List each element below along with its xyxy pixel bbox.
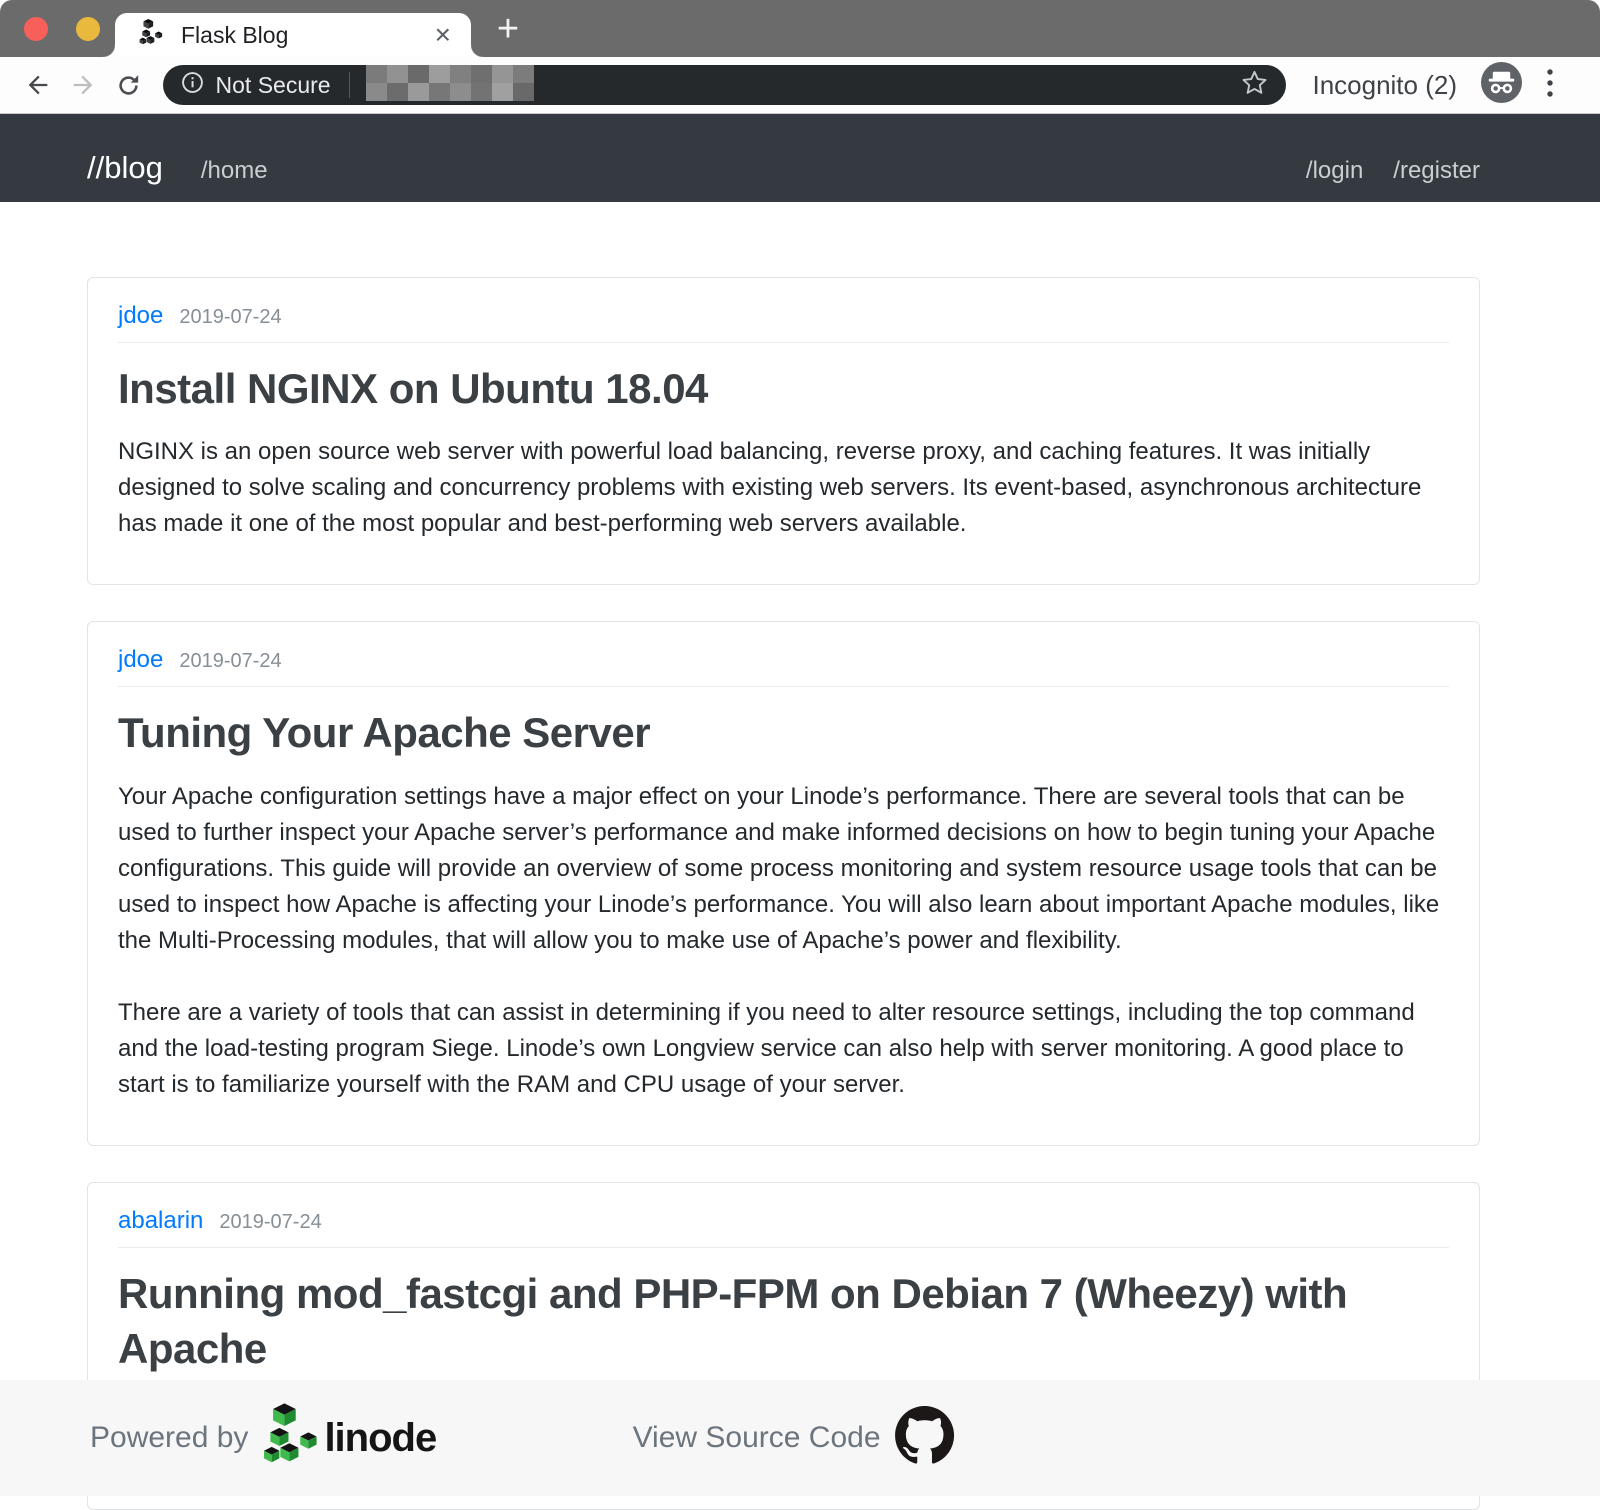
post-excerpt: Your Apache configuration settings have … (118, 779, 1449, 959)
powered-by-label: Powered by (90, 1421, 248, 1455)
browser-toolbar: Not Secure Incognito (2) (0, 57, 1600, 114)
site-navbar: //blog /home /login /register (0, 114, 1600, 202)
incognito-icon (1481, 62, 1522, 108)
post-title: Tuning Your Apache Server (118, 705, 1388, 760)
linode-logo[interactable]: linode (264, 1403, 436, 1474)
post-date: 2019-07-24 (179, 306, 281, 329)
address-bar[interactable]: Not Secure (163, 65, 1287, 105)
card-divider (118, 686, 1449, 687)
omnibox-divider (349, 72, 350, 98)
nav-link-home[interactable]: /home (201, 157, 268, 185)
tab-title: Flask Blog (181, 22, 431, 49)
page-footer: Powered by linode View So (0, 1380, 1600, 1496)
card-divider (118, 1247, 1449, 1248)
reload-icon[interactable] (106, 72, 151, 99)
post-list: jdoe 2019-07-24 Install NGINX on Ubuntu … (0, 202, 1600, 1510)
github-octocat-icon[interactable] (895, 1406, 955, 1470)
post-author-link[interactable]: jdoe (118, 646, 163, 674)
browser-menu-icon[interactable] (1546, 68, 1554, 103)
post-title: Install NGINX on Ubuntu 18.04 (118, 361, 1388, 416)
favicon-cubes-icon (139, 19, 165, 52)
navbar-brand[interactable]: //blog (87, 150, 163, 186)
new-tab-button[interactable]: + (488, 8, 528, 51)
browser-tab-strip: Flask Blog × + (0, 0, 1600, 57)
post-author-link[interactable]: abalarin (118, 1207, 203, 1235)
linode-cubes-icon (264, 1403, 322, 1474)
page-info-icon[interactable] (181, 71, 204, 99)
post-title: Running mod_fastcgi and PHP-FPM on Debia… (118, 1266, 1388, 1377)
nav-link-login[interactable]: /login (1306, 157, 1363, 185)
post-card: jdoe 2019-07-24 Tuning Your Apache Serve… (87, 621, 1480, 1145)
url-redacted-blur (366, 64, 534, 107)
browser-tab[interactable]: Flask Blog × (115, 13, 471, 57)
view-source-link[interactable]: View Source Code (633, 1421, 881, 1455)
post-date: 2019-07-24 (179, 650, 281, 673)
back-icon[interactable] (16, 71, 61, 99)
post-excerpt: NGINX is an open source web server with … (118, 434, 1449, 542)
card-divider (118, 342, 1449, 343)
incognito-count-label: Incognito (2) (1312, 70, 1457, 101)
not-secure-label[interactable]: Not Secure (216, 72, 331, 99)
linode-wordmark: linode (324, 1416, 436, 1461)
window-minimize-button[interactable] (76, 17, 100, 41)
post-card: jdoe 2019-07-24 Install NGINX on Ubuntu … (87, 277, 1480, 585)
post-author-link[interactable]: jdoe (118, 302, 163, 330)
post-date: 2019-07-24 (219, 1211, 321, 1234)
bookmark-star-icon[interactable] (1241, 69, 1268, 101)
tab-close-icon[interactable]: × (431, 21, 455, 49)
nav-link-register[interactable]: /register (1393, 157, 1480, 185)
forward-icon[interactable] (61, 71, 106, 99)
post-excerpt: There are a variety of tools that can as… (118, 995, 1449, 1103)
window-close-button[interactable] (24, 17, 48, 41)
